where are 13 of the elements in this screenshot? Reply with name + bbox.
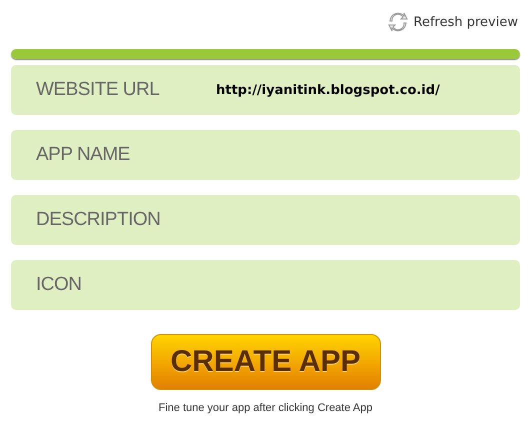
field-label: ICON	[36, 274, 82, 296]
field-label: WEBSITE URL	[36, 79, 160, 101]
field-label: APP NAME	[36, 144, 131, 166]
input-field[interactable]: WEBSITE URL http://iyanitink.blogspot.co.id/	[11, 65, 520, 115]
input-field[interactable]: DESCRIPTION	[11, 195, 520, 245]
input-field[interactable]: ICON	[11, 260, 520, 310]
hint-text: Fine tune your app after clicking Create App	[158, 402, 372, 414]
field-value: http://iyanitink.blogspot.co.id/	[216, 82, 440, 98]
create-app-button[interactable]: CREATE APP	[150, 334, 380, 390]
refresh-icon	[386, 10, 410, 34]
refresh-link[interactable]: Refresh preview	[386, 10, 518, 34]
input-field[interactable]: APP NAME	[11, 130, 520, 180]
field-label: DESCRIPTION	[36, 209, 162, 231]
